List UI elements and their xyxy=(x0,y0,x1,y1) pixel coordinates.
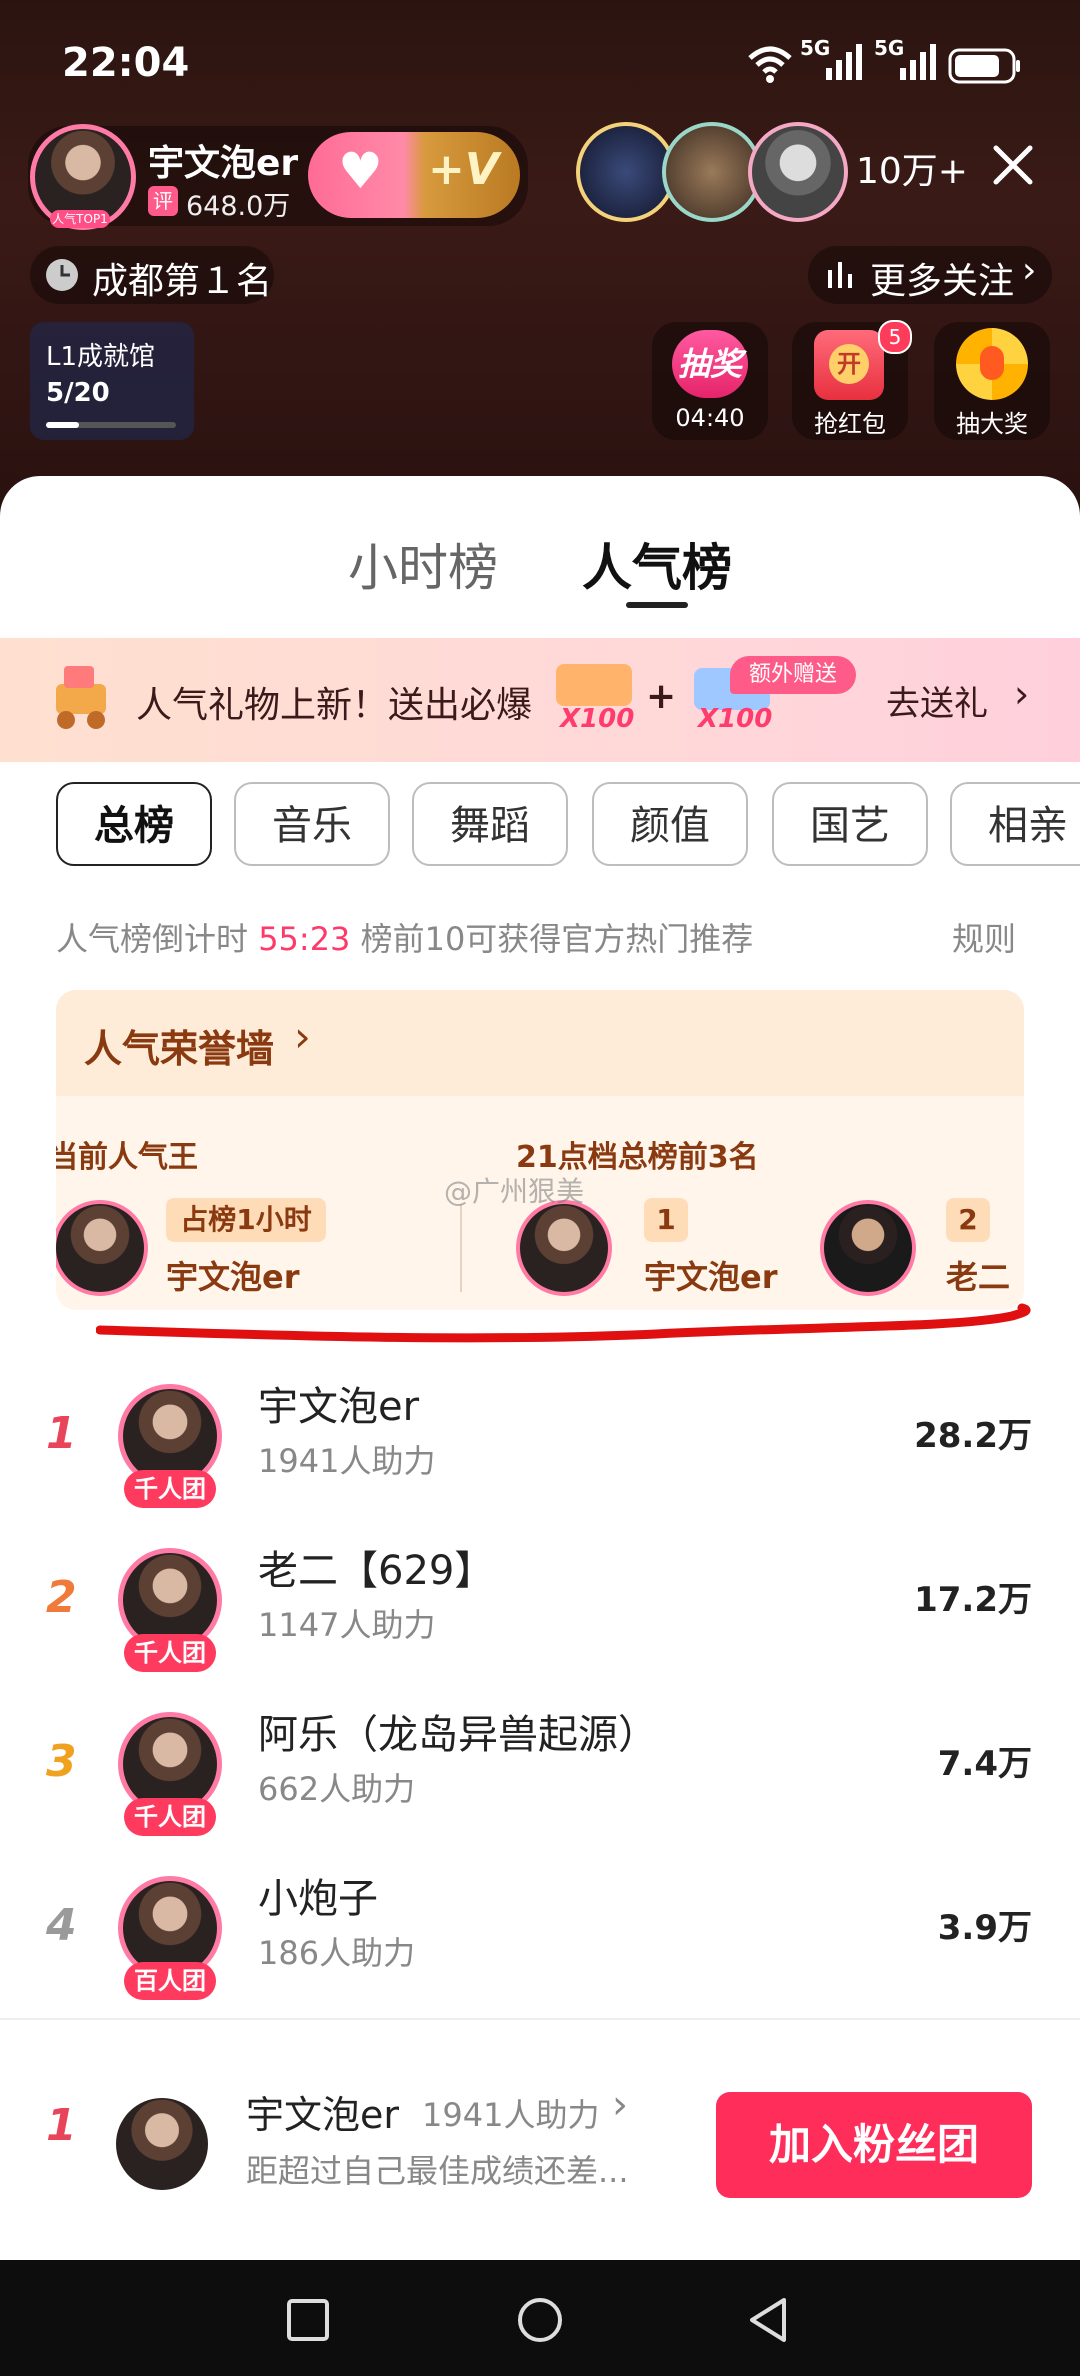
support-count: 1941人助力 xyxy=(258,1442,436,1480)
gift-ticket-icon-1 xyxy=(556,664,632,706)
red-packet-button[interactable]: 开 5 抢红包 xyxy=(792,320,912,440)
ranking-row[interactable]: 4 百人团 小炮子 186人助力 3.9万 xyxy=(0,1856,1080,2020)
prize-wheel-icon xyxy=(956,328,1028,400)
countdown-line: 人气榜倒计时 55:23 榜前10可获得官方热门推荐 xyxy=(56,920,754,958)
rank-number: 1 xyxy=(46,1408,77,1459)
fan-group-badge: 千人团 xyxy=(124,1470,216,1508)
anchor-name: 小炮子 xyxy=(258,1876,378,1922)
chip-looks[interactable]: 颜值 xyxy=(592,782,748,866)
host-top-badge: 人气TOP1 xyxy=(50,210,110,228)
popularity-score: 17.2万 xyxy=(914,1580,1032,1620)
circle-icon[interactable] xyxy=(516,2296,564,2344)
wifi-icon xyxy=(746,44,794,88)
chevron-right-icon: › xyxy=(612,2082,628,2128)
back-triangle-icon[interactable] xyxy=(746,2296,790,2344)
popularity-score: 7.4万 xyxy=(937,1744,1032,1784)
viewer-count[interactable]: 10万+ xyxy=(856,142,968,194)
signal-icon-2: 5G xyxy=(874,36,944,84)
ranking-row[interactable]: 3 千人团 阿乐（龙岛异兽起源） 662人助力 7.4万 xyxy=(0,1692,1080,1856)
viewer-avatar-1[interactable] xyxy=(576,122,676,222)
chevron-right-icon: › xyxy=(1022,250,1037,291)
join-fan-club-button[interactable]: 加入粉丝团 xyxy=(716,2092,1032,2198)
gift-cart-icon xyxy=(46,658,122,738)
red-packet-count: 5 xyxy=(878,320,912,354)
signal-icon-1: 5G xyxy=(800,36,870,84)
ranking-row[interactable]: 2 千人团 老二【629】 1147人助力 17.2万 xyxy=(0,1528,1080,1692)
support-count: 186人助力 xyxy=(258,1934,416,1972)
battery-icon xyxy=(948,48,1022,88)
chip-dating[interactable]: 相亲 xyxy=(950,782,1080,866)
rating-value: 648.0万 xyxy=(186,191,291,222)
follow-button[interactable]: ♥ +V xyxy=(308,132,520,218)
watermark: @广州狠美 xyxy=(444,1175,585,1208)
tab-hourly[interactable]: 小时榜 xyxy=(348,528,498,600)
lottery-icon: 抽奖 xyxy=(672,330,748,398)
send-gift-link[interactable]: 去送礼 xyxy=(886,676,988,725)
promo-banner[interactable]: 人气礼物上新！送出必爆 X100 + 额外赠送 X100 去送礼 › xyxy=(0,638,1080,762)
support-count: 662人助力 xyxy=(258,1770,416,1808)
heart-plus-icon: ♥ xyxy=(338,142,383,200)
honor-1-avatar[interactable] xyxy=(516,1200,612,1296)
close-icon[interactable] xyxy=(988,140,1038,194)
rules-link[interactable]: 规则 xyxy=(952,914,1016,960)
bars-icon xyxy=(828,262,852,288)
chip-music[interactable]: 音乐 xyxy=(234,782,390,866)
honor-divider xyxy=(460,1204,462,1292)
more-follow-button[interactable]: 更多关注 › xyxy=(808,246,1052,304)
fan-group-badge: 百人团 xyxy=(124,1962,216,2000)
plus-v-icon: +V xyxy=(428,144,499,195)
anchor-name: 阿乐（龙岛异兽起源） xyxy=(258,1712,658,1758)
city-rank[interactable]: 成都第１名 xyxy=(30,246,274,304)
chevron-right-icon: › xyxy=(294,1012,311,1061)
support-count: 1147人助力 xyxy=(258,1606,436,1644)
tab-popularity[interactable]: 人气榜 xyxy=(582,528,732,600)
rating-tag: 评 xyxy=(148,186,178,216)
chevron-right-icon: › xyxy=(1014,672,1030,716)
fan-group-badge: 千人团 xyxy=(124,1634,216,1672)
system-nav-bar xyxy=(0,2260,1080,2376)
red-packet-icon: 开 xyxy=(814,330,884,400)
red-underline-annotation xyxy=(96,1303,1031,1343)
tab-indicator xyxy=(626,602,688,608)
viewer-avatar-3[interactable] xyxy=(748,122,848,222)
anchor-name: 老二【629】 xyxy=(258,1548,495,1594)
lottery-button[interactable]: 抽奖 04:40 xyxy=(652,322,768,440)
live-room-header: 22:04 5G 5G 人气TOP1 宇文泡er 评 648.0万 ♥ +V 1… xyxy=(0,0,1080,500)
big-prize-button[interactable]: 抽大奖 xyxy=(934,322,1050,440)
ranking-sheet: 小时榜 人气榜 人气礼物上新！送出必爆 X100 + 额外赠送 X100 去送礼… xyxy=(0,476,1080,2260)
rank-number: 3 xyxy=(46,1736,77,1787)
popularity-score: 28.2万 xyxy=(914,1416,1032,1456)
honor-wall-title: 人气荣誉墙 xyxy=(84,1027,275,1071)
self-avatar[interactable] xyxy=(116,2098,208,2190)
honor-2-avatar[interactable] xyxy=(820,1200,916,1296)
chip-dance[interactable]: 舞蹈 xyxy=(412,782,568,866)
chip-overall[interactable]: 总榜 xyxy=(56,782,212,866)
square-icon[interactable] xyxy=(286,2298,330,2342)
ranking-row[interactable]: 1 千人团 宇文泡er 1941人助力 28.2万 xyxy=(0,1364,1080,1528)
self-rank-bar[interactable]: 1 宇文泡er 1941人助力 › 距超过自己最佳成绩还差... 加入粉丝团 xyxy=(0,2020,1080,2260)
status-time: 22:04 xyxy=(62,40,190,86)
chip-art[interactable]: 国艺 xyxy=(772,782,928,866)
clock-icon xyxy=(46,259,78,291)
achievement-progress-fill xyxy=(46,422,79,428)
achievement-progress-bar xyxy=(46,422,176,428)
achievement-card[interactable]: L1成就馆 5/20 xyxy=(30,322,194,440)
current-king-avatar[interactable] xyxy=(56,1200,148,1296)
viewer-avatar-2[interactable] xyxy=(662,122,762,222)
host-name: 宇文泡er xyxy=(148,143,299,184)
rank-number: 2 xyxy=(46,1572,77,1623)
fan-group-badge: 千人团 xyxy=(124,1798,216,1836)
anchor-name: 宇文泡er xyxy=(258,1384,420,1430)
popularity-score: 3.9万 xyxy=(937,1908,1032,1948)
honor-wall-card[interactable]: 人气荣誉墙 › 当前人气王 占榜1小时 宇文泡er 21点档总榜前3名 1 宇文… xyxy=(56,990,1024,1310)
rank-number: 4 xyxy=(46,1900,77,1951)
